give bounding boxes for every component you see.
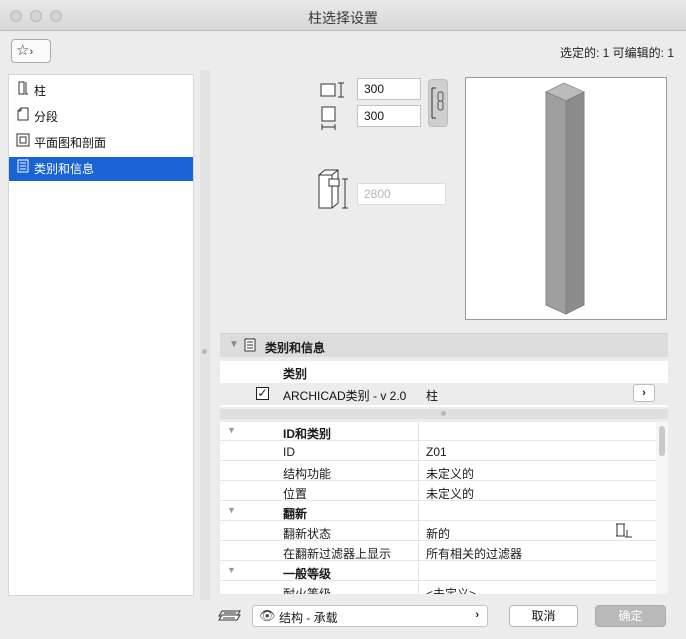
- title-bar: 柱选择设置: [0, 0, 686, 31]
- classification-panel-header[interactable]: ▼ 类别和信息: [220, 333, 668, 357]
- width-input[interactable]: 300: [357, 78, 421, 100]
- property-key: 位置: [283, 487, 308, 501]
- column-icon: [15, 79, 31, 103]
- column-settings-window: 柱选择设置 ☆› 选定的: 1 可编辑的: 1 柱 分段 平面图和剖面 类别和信…: [0, 0, 686, 639]
- property-row[interactable]: 在翻新过滤器上显示 所有相关的过滤器: [220, 542, 656, 561]
- height-input[interactable]: 2800: [357, 183, 446, 205]
- properties-scroll-thumb[interactable]: [659, 426, 665, 456]
- property-value[interactable]: 所有相关的过滤器: [426, 545, 522, 562]
- classification-system: ARCHICAD类别 - v 2.0: [283, 389, 407, 403]
- property-group-general-ratings[interactable]: ▼ 一般等级: [220, 562, 656, 581]
- category-header: 类别: [283, 367, 308, 381]
- property-row[interactable]: 耐火等级 <未定义>: [220, 582, 656, 594]
- property-key: 一般等级: [283, 567, 332, 581]
- property-row[interactable]: 位置 未定义的: [220, 482, 656, 501]
- property-group-renovation[interactable]: ▼ 翻新: [220, 502, 656, 521]
- splitter-handle[interactable]: [202, 349, 207, 354]
- settings-sidebar: 柱 分段 平面图和剖面 类别和信息: [8, 74, 194, 596]
- cancel-button[interactable]: 取消: [509, 605, 578, 627]
- height-dimension-icon: [318, 169, 348, 209]
- property-key: ID: [283, 445, 295, 459]
- sidebar-item-label: 类别和信息: [34, 162, 95, 176]
- property-row[interactable]: 翻新状态 新的: [220, 522, 656, 541]
- property-value[interactable]: <未定义>: [426, 585, 476, 594]
- sidebar-item-label: 分段: [34, 110, 59, 124]
- sidebar-splitter[interactable]: [200, 70, 210, 600]
- property-row[interactable]: ID Z01: [220, 442, 656, 461]
- property-value[interactable]: 未定义的: [426, 465, 474, 482]
- depth-dimension-icon: [321, 106, 336, 130]
- selection-info: 选定的: 1 可编辑的: 1: [559, 46, 674, 60]
- column-3d-preview: [465, 77, 667, 320]
- star-icon: ☆: [16, 42, 30, 59]
- chain-link-icon: [431, 87, 444, 119]
- structural-function-value: 结构 - 承载: [279, 611, 338, 625]
- property-key: 结构功能: [283, 467, 332, 481]
- sidebar-item-classification[interactable]: 类别和信息: [9, 157, 193, 181]
- panel-splitter-handle[interactable]: [441, 411, 446, 416]
- collapse-triangle-icon[interactable]: ▼: [227, 425, 236, 435]
- property-value[interactable]: 新的: [426, 525, 450, 542]
- collapse-triangle-icon[interactable]: ▼: [227, 565, 236, 575]
- window-title: 柱选择设置: [308, 10, 378, 26]
- panel-title: 类别和信息: [265, 341, 326, 355]
- favorites-button[interactable]: ☆›: [11, 39, 51, 63]
- layers-icon[interactable]: [218, 607, 244, 625]
- sidebar-item-label: 平面图和剖面: [34, 136, 107, 150]
- chevron-right-icon: ›: [642, 387, 646, 399]
- document-icon: [15, 157, 31, 181]
- property-key: 耐火等级: [283, 587, 332, 594]
- property-key: 翻新状态: [283, 527, 332, 541]
- properties-list: ▼ ID和类别 ID Z01 结构功能 未定义的 位置 未定义的 ▼ 翻新 翻新…: [220, 422, 668, 594]
- sidebar-item-segment[interactable]: 分段: [9, 105, 193, 129]
- chevron-right-icon: ›: [475, 609, 479, 621]
- sidebar-item-floor-plan[interactable]: 平面图和剖面: [9, 131, 193, 155]
- link-dimensions-button[interactable]: [428, 79, 448, 127]
- property-key: 在翻新过滤器上显示: [283, 547, 392, 561]
- ok-button[interactable]: 确定: [595, 605, 666, 627]
- classification-value: 柱: [426, 389, 439, 403]
- property-key: ID和类别: [283, 427, 332, 441]
- sidebar-item-column[interactable]: 柱: [9, 79, 193, 103]
- collapse-triangle-icon[interactable]: ▼: [229, 339, 239, 350]
- eye-icon: 👁: [259, 608, 276, 623]
- structural-function-select[interactable]: 👁 结构 - 承载 ›: [252, 605, 488, 627]
- classification-checkbox[interactable]: ✓: [256, 387, 269, 400]
- property-value[interactable]: 未定义的: [426, 485, 474, 502]
- collapse-triangle-icon[interactable]: ▼: [227, 505, 236, 515]
- segment-icon: [15, 105, 31, 129]
- floor-plan-icon: [15, 131, 31, 155]
- classification-chevron-button[interactable]: ›: [633, 384, 655, 402]
- depth-input[interactable]: 300: [357, 105, 421, 127]
- sidebar-item-label: 柱: [34, 84, 47, 98]
- document-icon: [244, 338, 256, 352]
- property-row[interactable]: 结构功能 未定义的: [220, 462, 656, 481]
- chevron-right-icon: ›: [29, 46, 34, 58]
- width-dimension-icon: [320, 82, 344, 98]
- column-preview-graphic: [544, 82, 586, 315]
- property-group-id[interactable]: ▼ ID和类别: [220, 422, 656, 441]
- property-value[interactable]: Z01: [426, 445, 447, 459]
- property-key: 翻新: [283, 507, 308, 521]
- renovation-status-icon[interactable]: [615, 523, 633, 539]
